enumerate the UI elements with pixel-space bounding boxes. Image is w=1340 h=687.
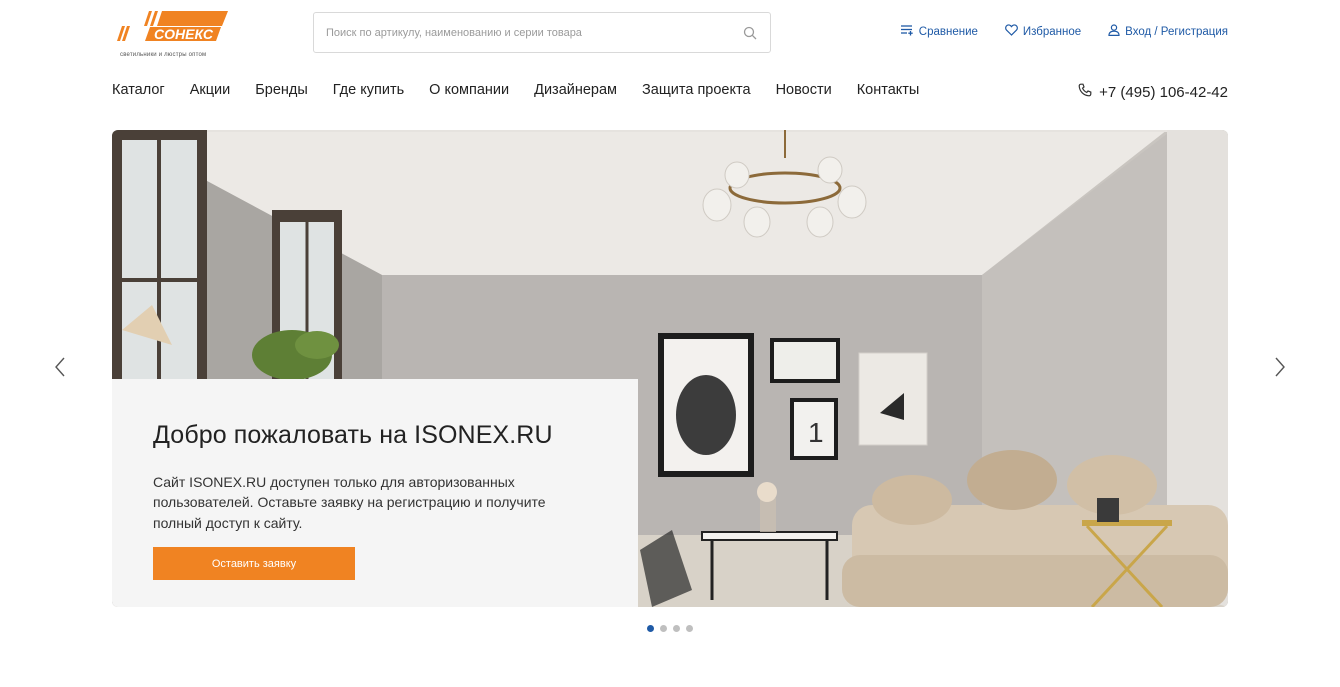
logo-text: СОНЕКС bbox=[154, 26, 214, 42]
logo-mark: СОНЕКС bbox=[117, 11, 228, 42]
search-icon[interactable] bbox=[730, 13, 770, 52]
favorites-link[interactable]: Избранное bbox=[1004, 24, 1082, 39]
slider-pagination bbox=[647, 625, 693, 632]
compare-link[interactable]: Сравнение bbox=[900, 24, 978, 39]
logo-tagline: светильники и люстры оптом bbox=[120, 52, 207, 58]
search-box bbox=[313, 12, 771, 53]
slider-dot-4[interactable] bbox=[686, 625, 693, 632]
nav-item-designers[interactable]: Дизайнерам bbox=[534, 82, 617, 98]
favorites-label: Избранное bbox=[1022, 25, 1082, 38]
phone-icon bbox=[1078, 83, 1092, 101]
nav-item-about[interactable]: О компании bbox=[429, 82, 509, 98]
search-input[interactable] bbox=[314, 13, 730, 52]
chevron-left-icon bbox=[53, 356, 67, 383]
nav-item-project-protection[interactable]: Защита проекта bbox=[642, 82, 751, 98]
header-links: Сравнение Избранное Вход / Регистрация bbox=[900, 24, 1228, 39]
phone-link[interactable]: +7 (495) 106-42-42 bbox=[1078, 83, 1228, 101]
slider-dot-3[interactable] bbox=[673, 625, 680, 632]
hero-title: Добро пожаловать на ISONEX.RU bbox=[153, 421, 553, 449]
nav-item-brands[interactable]: Бренды bbox=[255, 82, 308, 98]
heart-icon bbox=[1004, 24, 1018, 39]
svg-text:1: 1 bbox=[808, 417, 824, 448]
hero-text: Сайт ISONEX.RU доступен только для автор… bbox=[153, 474, 546, 531]
nav-item-catalog[interactable]: Каталог bbox=[112, 82, 165, 98]
slider-dot-1[interactable] bbox=[647, 625, 654, 632]
submit-request-button[interactable]: Оставить заявку bbox=[153, 547, 355, 580]
login-label: Вход / Регистрация bbox=[1125, 25, 1228, 38]
slider-next-button[interactable] bbox=[1268, 355, 1292, 383]
nav-item-promotions[interactable]: Акции bbox=[190, 82, 231, 98]
phone-number: +7 (495) 106-42-42 bbox=[1099, 83, 1228, 101]
user-icon bbox=[1108, 24, 1120, 39]
welcome-panel: Добро пожаловать на ISONEX.RU Сайт ISONE… bbox=[112, 379, 638, 607]
logo[interactable]: СОНЕКС светильники и люстры оптом bbox=[116, 10, 236, 62]
slider-dot-2[interactable] bbox=[660, 625, 667, 632]
nav-item-contacts[interactable]: Контакты bbox=[857, 82, 920, 98]
compare-label: Сравнение bbox=[918, 25, 978, 38]
login-link[interactable]: Вход / Регистрация bbox=[1108, 24, 1228, 39]
chevron-right-icon bbox=[1273, 356, 1287, 383]
main-nav: Каталог Акции Бренды Где купить О компан… bbox=[112, 82, 919, 98]
compare-list-icon bbox=[900, 24, 914, 39]
slider-prev-button[interactable] bbox=[48, 355, 72, 383]
nav-item-where-to-buy[interactable]: Где купить bbox=[333, 82, 404, 98]
nav-item-news[interactable]: Новости bbox=[776, 82, 832, 98]
